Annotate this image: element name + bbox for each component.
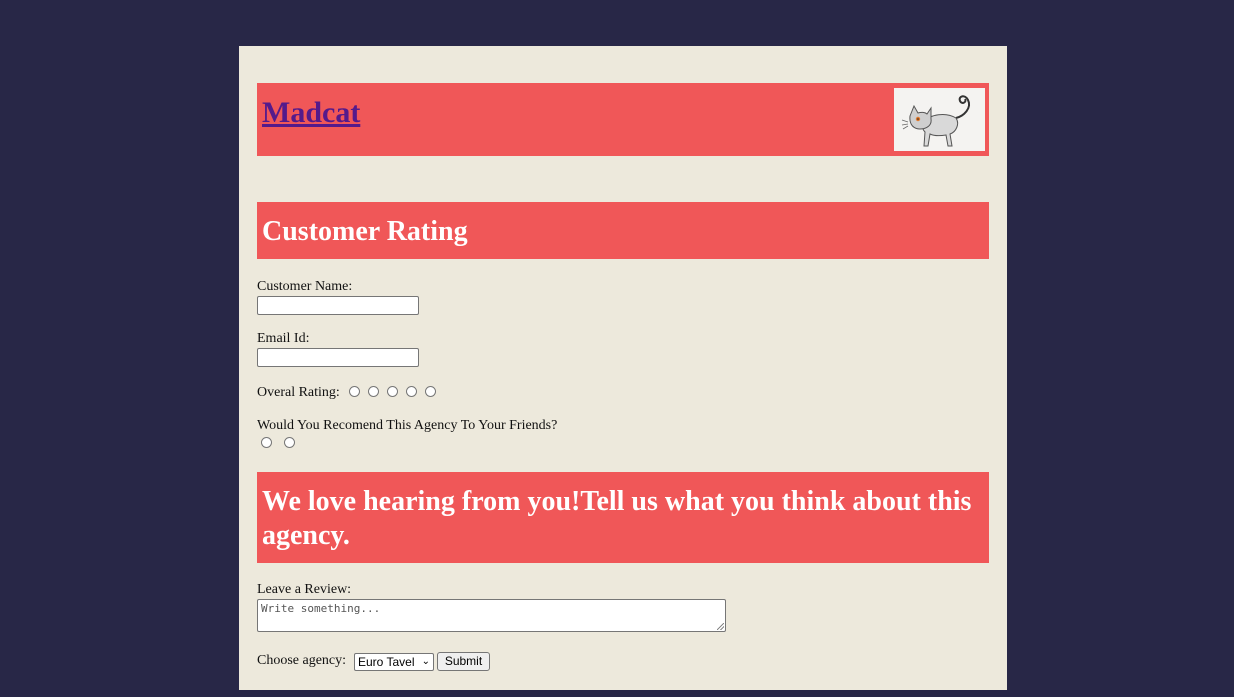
- choose-agency-label: Choose agency:: [257, 653, 347, 668]
- rating-radio-5[interactable]: [425, 386, 436, 397]
- rating-radio-3[interactable]: [387, 386, 398, 397]
- site-title-link[interactable]: Madcat: [262, 96, 360, 130]
- submit-button[interactable]: Submit: [437, 652, 490, 671]
- review-label: Leave a Review:: [257, 582, 352, 597]
- overall-rating-label: Overal Rating:: [257, 385, 340, 400]
- resize-grip-icon[interactable]: [717, 623, 724, 630]
- agency-select[interactable]: Euro Tavel ⌄: [354, 653, 434, 671]
- chevron-down-icon: ⌄: [421, 656, 430, 667]
- rating-radio-2[interactable]: [368, 386, 379, 397]
- rating-radio-4[interactable]: [406, 386, 417, 397]
- review-banner: We love hearing from you!Tell us what yo…: [257, 472, 989, 563]
- customer-rating-heading: Customer Rating: [262, 216, 468, 247]
- review-placeholder: Write something...: [261, 602, 381, 615]
- review-textarea[interactable]: Write something...: [257, 599, 726, 632]
- customer-name-input[interactable]: [257, 296, 419, 315]
- recommend-radio-no[interactable]: [284, 437, 295, 448]
- email-input[interactable]: [257, 348, 419, 367]
- customer-rating-banner: Customer Rating: [257, 202, 989, 259]
- header-banner: Madcat: [257, 83, 989, 156]
- recommend-question-label: Would You Recomend This Agency To Your F…: [257, 418, 558, 433]
- agency-selected-value: Euro Tavel: [358, 655, 415, 669]
- rating-radio-1[interactable]: [349, 386, 360, 397]
- email-label: Email Id:: [257, 331, 310, 346]
- page-panel: Madcat Customer Rating Customer Name: Em…: [239, 46, 1007, 690]
- customer-name-label: Customer Name:: [257, 279, 353, 294]
- recommend-radio-yes[interactable]: [261, 437, 272, 448]
- review-heading: We love hearing from you!Tell us what yo…: [262, 486, 972, 551]
- cat-logo-icon: [894, 88, 985, 151]
